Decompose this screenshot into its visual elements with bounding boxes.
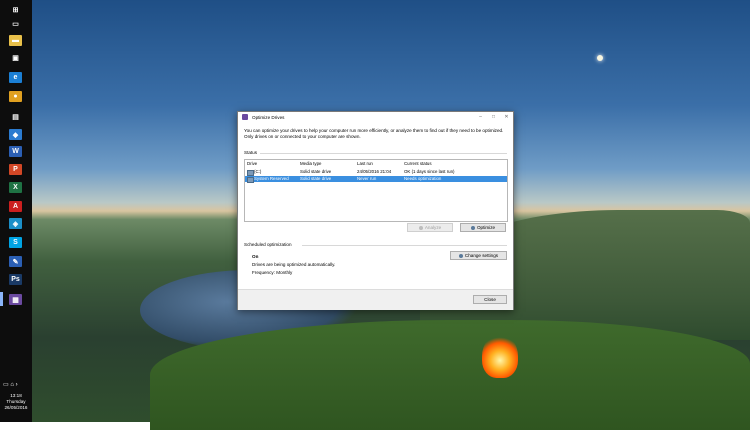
title-bar[interactable]: Optimize Drives – □ ✕	[238, 112, 513, 122]
task-view-icon[interactable]: ▭	[9, 18, 22, 29]
column-header-last-run[interactable]: Last run	[357, 161, 373, 167]
photoshop-icon[interactable]: Ps	[9, 274, 22, 285]
schedule-state: On	[252, 254, 259, 259]
acrobat-icon[interactable]: A	[9, 201, 22, 212]
drives-list[interactable]: Drive Media type Last run Current status…	[244, 159, 508, 222]
optimize-button[interactable]: Optimize	[460, 223, 506, 232]
current-status: Needs optimization	[404, 176, 442, 181]
store-icon[interactable]: ▣	[9, 52, 22, 63]
schedule-frequency: Frequency: Monthly	[252, 270, 293, 275]
clock-date: 26/05/2016	[4, 405, 28, 410]
moon	[597, 55, 603, 61]
optimize-drives-dialog: Optimize Drives – □ ✕ You can optimize y…	[237, 111, 514, 310]
column-header-drive[interactable]: Drive	[247, 161, 257, 167]
paint-icon[interactable]: ✎	[9, 256, 22, 267]
file-explorer-icon[interactable]: ▬	[9, 35, 22, 46]
analyze-button[interactable]: Analyze	[407, 223, 453, 232]
word-icon[interactable]: W	[9, 146, 22, 157]
last-run: Never run	[357, 176, 377, 181]
status-label: Status	[244, 150, 258, 155]
shield-icon	[458, 253, 463, 258]
media-type: Solid state drive	[300, 176, 332, 181]
drive-name: System Reserved	[254, 176, 289, 181]
drive-row-c[interactable]: (C:) Solid state drive 24/05/2016 21:04 …	[245, 169, 507, 176]
optimize-label: Optimize	[476, 225, 496, 230]
powerpoint-icon[interactable]: P	[9, 164, 22, 175]
current-status: OK (1 days since last run)	[404, 169, 455, 174]
taskbar: ⊞ ▭ ▬ ▣ e ● ▤ ◆ W P X A ◈ S ✎ Ps ▦ ▭ ⌂ › 13:18 Thursday …	[0, 0, 32, 422]
description-text: You can optimize your drives to help you…	[244, 128, 504, 139]
close-window-button[interactable]: ✕	[500, 112, 513, 122]
shield-icon	[470, 225, 475, 230]
campfire	[482, 334, 518, 378]
close-label: Close	[484, 297, 496, 302]
list-header: Drive Media type Last run Current status	[245, 161, 507, 167]
grass-field	[150, 320, 750, 430]
dialog-footer: Close	[238, 289, 513, 310]
last-run: 24/05/2016 21:04	[357, 169, 392, 174]
column-header-media-type[interactable]: Media type	[300, 161, 321, 167]
drive-name: (C:)	[254, 169, 262, 174]
schedule-info: Drives are being optimized automatically…	[252, 262, 336, 267]
close-button[interactable]: Close	[473, 295, 507, 304]
network-icon[interactable]: ▤	[9, 111, 22, 122]
excel-icon[interactable]: X	[9, 182, 22, 193]
shield-icon	[418, 225, 423, 230]
dialog-title: Optimize Drives	[252, 114, 285, 120]
taskbar-clock[interactable]: 13:18 Thursday 26/05/2016	[0, 393, 32, 411]
drive-row-system-reserved[interactable]: System Reserved Solid state drive Never …	[245, 176, 507, 183]
change-settings-button[interactable]: Change settings	[450, 251, 507, 260]
column-header-current-status[interactable]: Current status	[404, 161, 432, 167]
scheduled-optimization-label: Scheduled optimization	[244, 242, 292, 247]
optimize-drives-icon	[242, 114, 248, 120]
chrome-icon[interactable]: ●	[9, 91, 22, 102]
analyze-label: Analyze	[424, 225, 442, 230]
edge-icon[interactable]: e	[9, 72, 22, 83]
active-app-indicator	[0, 292, 3, 306]
scheduled-divider	[302, 245, 507, 246]
optimize-drives-icon[interactable]: ▦	[9, 294, 22, 305]
vs-code-icon[interactable]: ◆	[9, 129, 22, 140]
change-settings-label: Change settings	[464, 253, 499, 258]
minimize-button[interactable]: –	[474, 112, 487, 122]
tray-icons[interactable]: ▭ ⌂ ›	[3, 381, 18, 388]
app-icon[interactable]: ◈	[9, 218, 22, 229]
status-divider	[260, 153, 507, 154]
maximize-button[interactable]: □	[487, 112, 500, 122]
drive-icon	[247, 177, 254, 183]
skype-icon[interactable]: S	[9, 237, 22, 248]
start-icon[interactable]: ⊞	[9, 4, 22, 15]
media-type: Solid state drive	[300, 169, 332, 174]
